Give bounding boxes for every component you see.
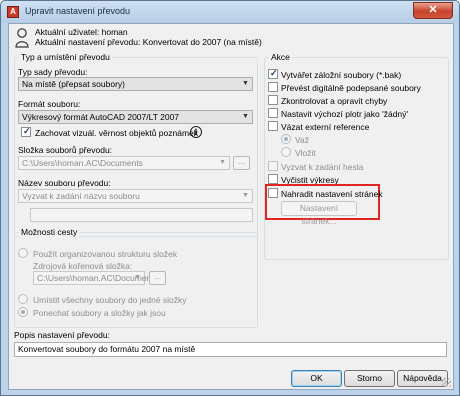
backup-files-checkbox[interactable]: [268, 68, 278, 79]
description-label: Popis nastavení převodu:: [14, 330, 110, 340]
all-one-folder-label: Umístit všechny soubory do jedné složky: [33, 295, 187, 305]
title-bar[interactable]: A Upravit nastavení převodu ✕: [1, 1, 459, 23]
user-icon: [15, 28, 29, 48]
bind-xrefs-label: Vázat externí reference: [281, 122, 370, 132]
file-format-value: Výkresový formát AutoCAD 2007/LT 2007: [22, 112, 180, 122]
window-title: Upravit nastavení převodu: [25, 6, 131, 16]
insert-label: Vložit: [295, 148, 316, 158]
autocad-app-icon: A: [7, 6, 19, 18]
default-plotter-label: Nastavit výchozí plotr jako 'žádný': [281, 109, 409, 119]
prompt-password-label: Vyzvat k zadání hesla: [281, 162, 364, 172]
info-icon[interactable]: i: [190, 126, 202, 138]
keep-structure-radio[interactable]: [18, 307, 28, 317]
organized-structure-label: Použít organizovanou strukturu složek: [33, 249, 178, 259]
folder-dropdown[interactable]: C:\Users\homan.AC\Documents ▼: [18, 156, 230, 170]
chevron-down-icon: ▼: [242, 80, 249, 87]
prompt-password-checkbox[interactable]: [268, 161, 278, 171]
replace-page-setups-checkbox[interactable]: [268, 188, 278, 198]
folder-value: C:\Users\homan.AC\Documents: [22, 158, 143, 168]
dialog-window: A Upravit nastavení převodu ✕ Aktuální u…: [0, 0, 460, 396]
chevron-down-icon: ▼: [219, 159, 226, 166]
file-name-label: Název souboru převodu:: [18, 178, 111, 188]
signed-files-label: Převést digitálně podepsané soubory: [281, 83, 421, 93]
chevron-down-icon: ▼: [134, 274, 141, 281]
chevron-down-icon: ▼: [242, 192, 249, 199]
file-location-group-title: Typ a umístění převodu: [19, 52, 112, 62]
keep-structure-label: Ponechat soubory a složky jak jsou: [33, 308, 166, 318]
file-name-value: Vyzvat k zadání názvu souboru: [22, 191, 140, 201]
file-name-input[interactable]: [30, 208, 253, 222]
ok-button[interactable]: OK: [291, 370, 342, 387]
file-format-dropdown[interactable]: Výkresový formát AutoCAD 2007/LT 2007 ▼: [18, 110, 253, 124]
current-setting-text: Aktuální nastavení převodu: Konvertovat …: [35, 37, 262, 47]
package-type-label: Typ sady převodu:: [18, 67, 88, 77]
resize-grip-icon[interactable]: [442, 378, 451, 387]
purge-checkbox[interactable]: [268, 174, 278, 184]
file-name-dropdown[interactable]: Vyzvat k zadání názvu souboru ▼: [18, 189, 253, 203]
help-button[interactable]: Nápověda: [397, 370, 448, 387]
backup-files-label: Vytvářet záložní soubory (*.bak): [281, 70, 402, 80]
folder-browse-button[interactable]: ...: [233, 156, 250, 170]
folder-label: Složka souborů převodu:: [18, 145, 113, 155]
current-user-text: Aktuální uživatel: homan: [35, 27, 128, 37]
audit-label: Zkontrolovat a opravit chyby: [281, 96, 388, 106]
source-root-label: Zdrojová kořenová složka:: [33, 261, 133, 271]
package-type-dropdown[interactable]: Na místě (přepsat soubory) ▼: [18, 77, 253, 91]
cancel-button[interactable]: Storno: [344, 370, 395, 387]
replace-page-setups-label: Nahradit nastavení stránek: [281, 189, 383, 199]
source-root-dropdown[interactable]: C:\Users\homan.AC\Documents\ ▼: [33, 271, 160, 285]
close-button[interactable]: ✕: [413, 2, 453, 19]
chevron-down-icon: ▼: [242, 113, 249, 120]
source-root-browse-button[interactable]: ...: [149, 271, 166, 285]
all-one-folder-radio[interactable]: [18, 294, 28, 304]
package-type-value: Na místě (přepsat soubory): [22, 79, 125, 89]
dialog-body: Aktuální uživatel: homan Aktuální nastav…: [8, 23, 454, 390]
description-value: Konvertovat soubory do formátu 2007 na m…: [18, 344, 196, 354]
audit-checkbox[interactable]: [268, 95, 278, 105]
bind-radio[interactable]: [281, 134, 291, 144]
default-plotter-checkbox[interactable]: [268, 108, 278, 118]
actions-group-title: Akce: [269, 52, 292, 62]
keep-visual-label: Zachovat vizuál. věrnost objektů poznáme…: [35, 128, 199, 138]
page-setups-button[interactable]: Nastavení stránek...: [281, 201, 357, 226]
bind-xrefs-checkbox[interactable]: [268, 121, 278, 131]
path-options-group-title: Možnosti cesty: [19, 227, 80, 237]
description-input[interactable]: Konvertovat soubory do formátu 2007 na m…: [14, 342, 447, 357]
bind-label: Važ: [295, 135, 310, 145]
keep-visual-checkbox[interactable]: [21, 126, 31, 137]
organized-structure-radio[interactable]: [18, 248, 28, 258]
file-format-label: Formát souboru:: [18, 99, 81, 109]
insert-radio[interactable]: [281, 147, 291, 157]
signed-files-checkbox[interactable]: [268, 82, 278, 92]
